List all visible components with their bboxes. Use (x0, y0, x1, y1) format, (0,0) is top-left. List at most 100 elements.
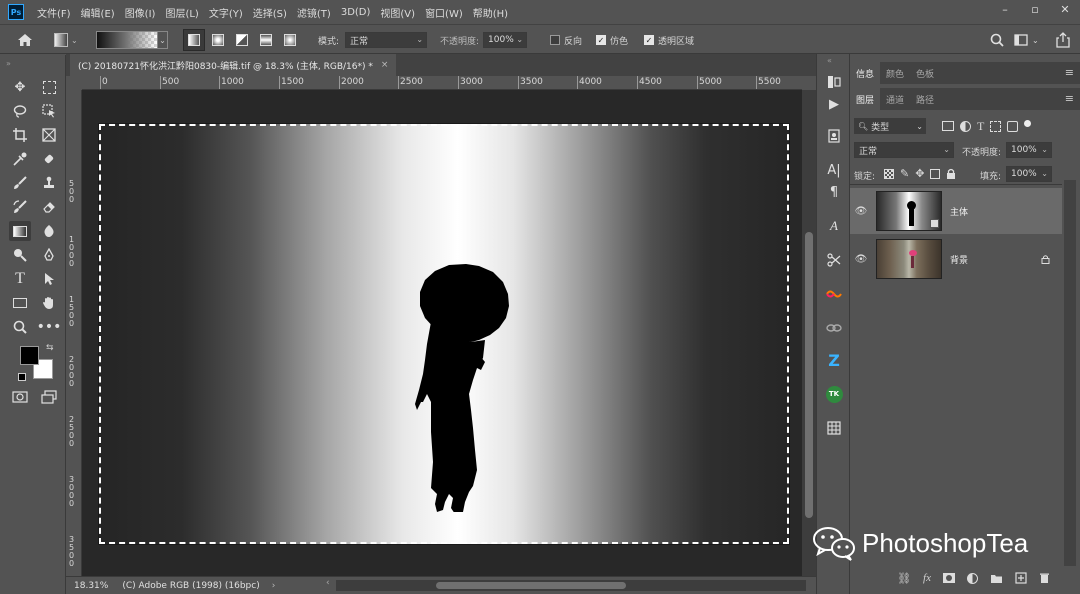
eyedropper-tool-icon[interactable] (9, 149, 31, 169)
filter-toggle-icon[interactable] (1024, 119, 1032, 127)
type-tool-icon[interactable]: T (9, 269, 31, 289)
image-filter-icon[interactable] (942, 121, 954, 131)
glyphs-panel-icon[interactable]: A (823, 216, 845, 236)
layer-name[interactable]: 背景 (950, 253, 968, 266)
canvas-area[interactable] (82, 90, 802, 576)
chevron-down-icon[interactable]: ⌄ (158, 31, 168, 49)
tab-close-icon[interactable]: × (381, 60, 389, 70)
foreground-color-swatch-top[interactable] (20, 346, 39, 365)
status-menu-arrow[interactable]: › (272, 581, 276, 591)
radial-gradient-button[interactable] (207, 29, 229, 51)
layer-row[interactable]: 👁︎ 背景 (850, 236, 1062, 282)
paragraph-panel-icon[interactable]: ¶ (823, 182, 845, 202)
home-icon[interactable] (16, 25, 34, 55)
history-brush-tool-icon[interactable] (9, 197, 31, 217)
lasso-tool-icon[interactable] (9, 101, 31, 121)
lock-artboard-icon[interactable] (930, 168, 941, 179)
menu-edit[interactable]: 编辑(E) (76, 5, 120, 20)
artboard-tool-icon[interactable] (38, 77, 60, 97)
adjustment-layer-icon[interactable] (967, 572, 978, 584)
opacity-input[interactable]: 100% ⌄ (483, 32, 528, 48)
visibility-eye-icon[interactable]: 👁︎ (850, 206, 872, 217)
tab-info[interactable]: 信息 (850, 62, 881, 84)
lock-all-icon[interactable] (946, 168, 956, 179)
plugin-tk-icon[interactable]: TK (823, 384, 845, 404)
layer-name[interactable]: 主体 (950, 205, 968, 218)
adjustment-filter-icon[interactable] (960, 120, 971, 132)
share-icon[interactable] (1056, 25, 1070, 55)
angle-gradient-button[interactable] (231, 29, 253, 51)
grid-panel-icon[interactable] (823, 418, 845, 438)
link-layers-icon[interactable]: ⛓︎ (897, 572, 911, 585)
panel-menu-icon[interactable]: ≡ (1065, 66, 1074, 79)
tab-paths[interactable]: 路径 (910, 88, 940, 110)
visibility-eye-icon[interactable]: 👁︎ (850, 254, 872, 265)
reverse-checkbox[interactable]: 反向 (550, 25, 582, 55)
smart-object-filter-icon[interactable] (1007, 120, 1019, 132)
menu-select[interactable]: 选择(S) (248, 5, 292, 20)
diamond-gradient-button[interactable] (279, 29, 301, 51)
restore-button[interactable]: ▫ (1020, 0, 1050, 18)
properties-panel-icon[interactable] (823, 126, 845, 146)
search-icon[interactable] (990, 25, 1004, 55)
minimize-button[interactable]: – (990, 0, 1020, 18)
gradient-tool-icon[interactable] (9, 221, 31, 241)
tool-preset-picker[interactable]: ⌄ (54, 25, 78, 55)
tool-presets-panel-icon[interactable] (823, 250, 845, 270)
workspace-icon[interactable]: ⌄ (1014, 25, 1039, 55)
fx-icon[interactable]: fx (923, 572, 931, 584)
shape-filter-icon[interactable] (990, 120, 1002, 132)
lock-transparency-icon[interactable] (884, 168, 894, 179)
menu-help[interactable]: 帮助(H) (468, 5, 513, 20)
plugin-colorful-icon[interactable] (823, 284, 845, 304)
menu-filter[interactable]: 滤镜(T) (292, 5, 336, 20)
menu-3d[interactable]: 3D(D) (336, 7, 376, 18)
type-filter-icon[interactable]: T (977, 119, 984, 134)
panel-scrollbar[interactable] (1064, 180, 1076, 566)
character-panel-icon[interactable]: A| (823, 160, 845, 180)
plugin-link-icon[interactable] (823, 318, 845, 338)
collapse-icon[interactable]: » (6, 59, 11, 68)
rectangle-tool-icon[interactable] (9, 293, 31, 313)
gradient-picker[interactable]: ⌄ (96, 25, 168, 55)
fill-input[interactable]: 100% ⌄ (1006, 166, 1052, 182)
scroll-left-icon[interactable]: ‹ (326, 578, 330, 588)
layer-opacity-input[interactable]: 100% ⌄ (1006, 142, 1052, 158)
more-tools-icon[interactable]: ••• (37, 317, 62, 337)
dither-checkbox[interactable]: ✓ 仿色 (596, 25, 628, 55)
add-mask-icon[interactable] (943, 573, 955, 583)
tab-layers[interactable]: 图层 (850, 88, 881, 110)
eraser-tool-icon[interactable] (38, 197, 60, 217)
new-layer-icon[interactable] (1015, 572, 1027, 584)
swap-colors-icon[interactable]: ⇆ (46, 343, 54, 353)
vertical-scrollbar[interactable] (802, 90, 816, 576)
frame-tool-icon[interactable] (38, 125, 60, 145)
default-colors-icon[interactable] (18, 373, 26, 381)
vertical-scroll-thumb[interactable] (805, 232, 813, 518)
close-button[interactable]: ✕ (1050, 0, 1080, 18)
healing-brush-tool-icon[interactable] (38, 149, 60, 169)
quick-mask-icon[interactable] (9, 387, 31, 407)
lock-position-icon[interactable]: ✥ (915, 167, 924, 180)
horizontal-scroll-thumb[interactable] (436, 582, 626, 589)
transparency-checkbox[interactable]: ✓ 透明区域 (644, 25, 694, 55)
pen-tool-icon[interactable] (38, 245, 60, 265)
path-selection-tool-icon[interactable] (38, 269, 60, 289)
clone-stamp-tool-icon[interactable] (38, 173, 60, 193)
menu-file[interactable]: 文件(F) (32, 5, 76, 20)
reflected-gradient-button[interactable] (255, 29, 277, 51)
zoom-tool-icon[interactable] (9, 317, 31, 337)
tab-channels[interactable]: 通道 (880, 88, 910, 110)
hand-tool-icon[interactable] (38, 293, 60, 313)
tab-swatches[interactable]: 色板 (910, 62, 940, 84)
dodge-tool-icon[interactable] (9, 245, 31, 265)
mode-select[interactable]: 正常 ⌄ (345, 32, 428, 48)
brush-tool-icon[interactable] (9, 173, 31, 193)
blend-mode-select[interactable]: 正常 ⌄ (854, 142, 954, 158)
zoom-level[interactable]: 18.31% (74, 581, 108, 591)
document-tab[interactable]: (C) 20180721怀化洪江黔阳0830-编辑.tif @ 18.3% (主… (70, 54, 397, 76)
delete-trash-icon[interactable] (1039, 572, 1050, 584)
menu-type[interactable]: 文字(Y) (204, 5, 248, 20)
object-selection-tool-icon[interactable] (38, 101, 60, 121)
panel-menu-icon[interactable]: ≡ (1065, 92, 1074, 105)
